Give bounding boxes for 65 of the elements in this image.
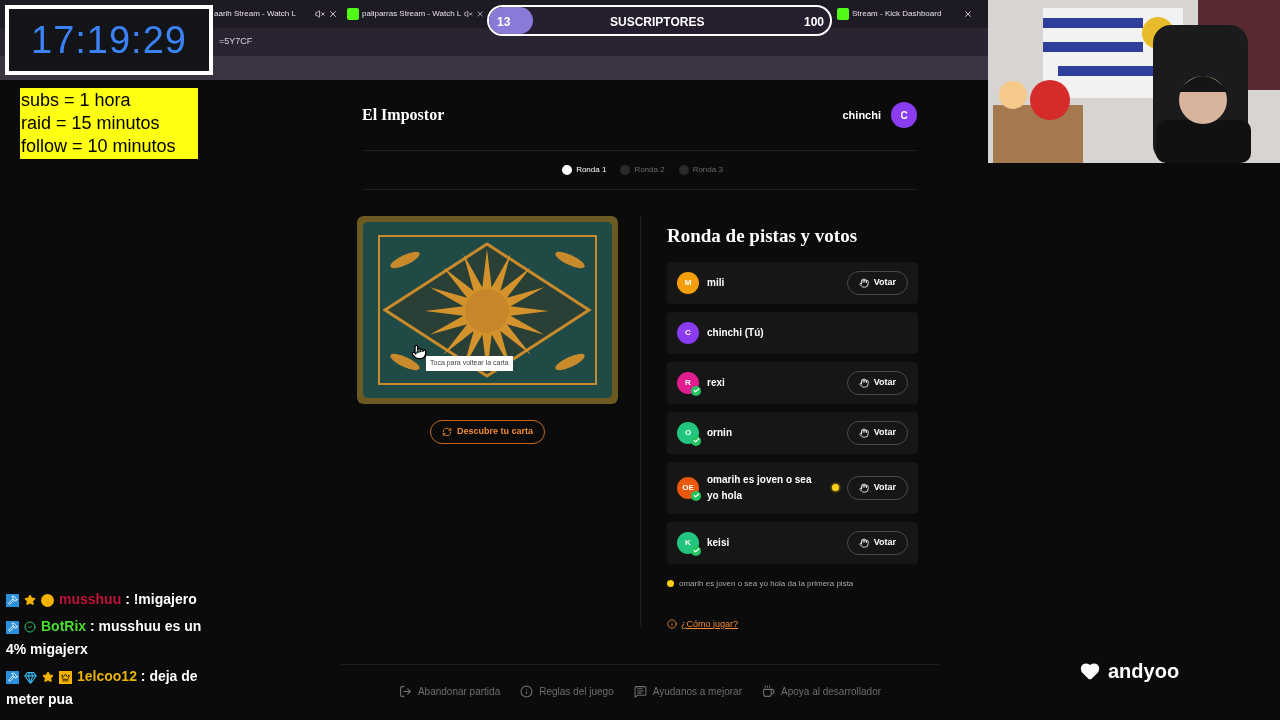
hand-icon [858, 427, 869, 438]
hand-icon [858, 377, 869, 388]
round-step: Ronda 2 [620, 164, 665, 176]
chat-icon [633, 685, 647, 698]
sub-count: 13 [497, 14, 511, 31]
player-avatar: OE [677, 476, 699, 499]
browser-tab[interactable]: Stream - Kick Dashboard [835, 2, 975, 26]
player-name: chinchi (Tú) [707, 325, 765, 340]
chat-message: musshuu : !migajero [6, 588, 221, 611]
cursor-icon [411, 344, 427, 360]
round-step: Ronda 3 [678, 164, 723, 176]
close-icon[interactable] [328, 9, 338, 19]
heart-icon [1080, 661, 1100, 681]
sub-goal-target: 100 [803, 14, 824, 31]
hand-icon [858, 277, 869, 288]
player-name: rexi [707, 375, 726, 390]
user-name: chinchi [842, 107, 881, 123]
how-to-play-link[interactable]: ¿Cómo jugar? [667, 617, 918, 631]
footer-link[interactable]: Apoya al desarrollador [762, 684, 882, 699]
mute-icon[interactable] [464, 9, 473, 19]
refresh-icon [442, 427, 452, 437]
mute-icon[interactable] [315, 9, 325, 19]
close-icon[interactable] [475, 9, 484, 19]
footer-link[interactable]: Reglas del juego [520, 684, 614, 699]
browser-tab[interactable]: aarih Stream - Watch L [212, 2, 340, 26]
game-title: El Impostor [362, 105, 445, 126]
streamer-name: andyoo [1108, 659, 1180, 684]
player-name: ornin [707, 425, 733, 440]
cup-icon [762, 685, 775, 698]
goal-line: raid = 15 minutos [21, 112, 161, 135]
chat-message: 1elcoo12 : deja de meter pua [6, 667, 199, 709]
star-icon [42, 671, 54, 684]
close-icon[interactable] [963, 9, 973, 19]
hand-icon [858, 537, 869, 548]
player-avatar: O [677, 421, 699, 444]
footer-link[interactable]: Abandonar partida [398, 684, 501, 699]
info-icon [520, 685, 534, 698]
exit-icon [398, 685, 412, 698]
player-name: keisi [707, 535, 731, 550]
crown-icon [59, 670, 72, 684]
browser-tab[interactable]: paliparras Stream - Watch L [345, 2, 486, 26]
player-avatar: K [677, 531, 699, 554]
check-icon [24, 621, 36, 634]
kick-logo-icon [347, 8, 359, 20]
sub-goal-label: SUSCRIPTORES [610, 14, 705, 31]
player-name: mili [707, 275, 726, 290]
player-avatar: C [677, 321, 699, 344]
hammer-icon [6, 620, 19, 634]
info-icon [667, 619, 677, 630]
round-step: Ronda 1 [562, 164, 607, 176]
user-avatar[interactable]: C [891, 102, 917, 128]
hammer-icon [6, 593, 19, 607]
coin-icon [41, 593, 54, 607]
hammer-icon [6, 670, 19, 684]
star-icon [24, 594, 36, 607]
section-heading: Ronda de pistas y votos [667, 224, 859, 248]
player-avatar: R [677, 371, 699, 394]
goal-line: follow = 10 minutos [21, 135, 177, 158]
goal-line: subs = 1 hora [21, 89, 132, 112]
footer-link[interactable]: Ayudanos a mejorar [633, 684, 742, 699]
hand-icon [858, 482, 869, 493]
player-avatar: M [677, 271, 699, 294]
hint-note: omarih es joven o sea yo hola da la primera pista [679, 577, 854, 590]
player-name: omarih es joven o sea yo hola [707, 472, 813, 503]
kick-logo-icon [837, 8, 849, 20]
